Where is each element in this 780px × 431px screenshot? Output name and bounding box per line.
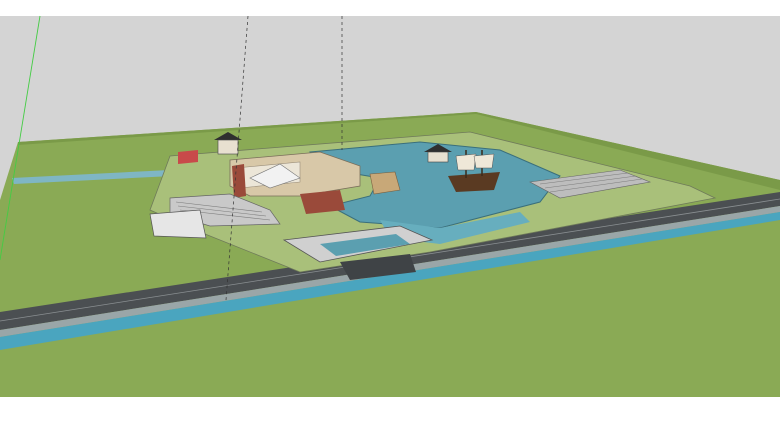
model-viewport[interactable]: [0, 0, 780, 431]
bottom-white-strip: [0, 395, 780, 431]
brick-path-left: [232, 164, 246, 198]
deck-platform: [369, 171, 401, 195]
signage-block: [178, 150, 198, 164]
model-scene: [0, 15, 780, 431]
brick-path-lower: [300, 190, 345, 214]
entry-building: [149, 209, 207, 239]
